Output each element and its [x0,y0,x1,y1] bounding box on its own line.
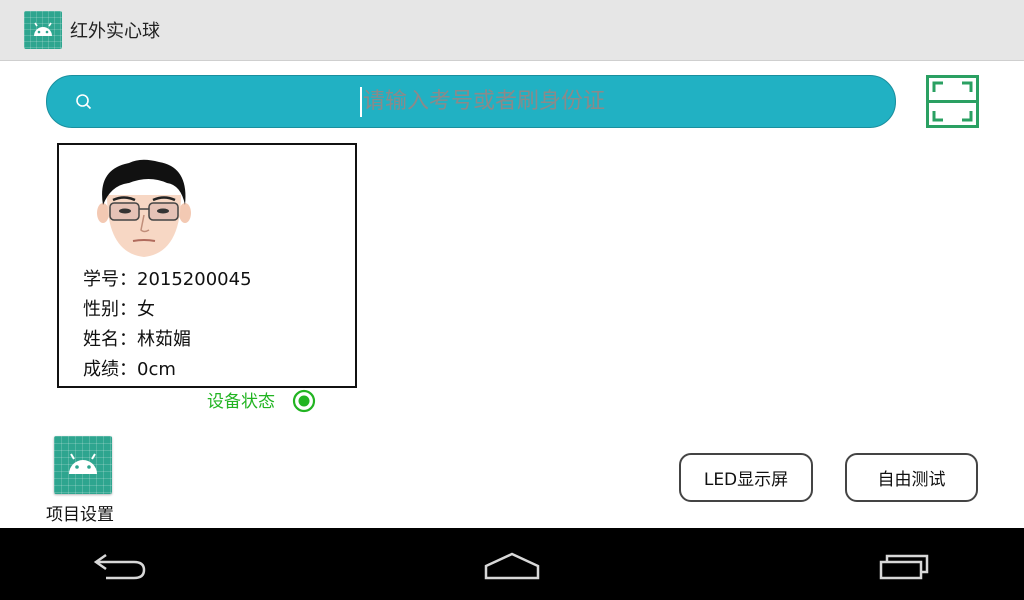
student-name-line: 姓名：林茹媚 [83,329,191,350]
home-button[interactable] [480,544,544,584]
back-button[interactable] [88,544,152,584]
home-icon [484,552,540,580]
student-id: 2015200045 [137,269,252,290]
project-settings-icon[interactable] [54,436,112,494]
face-avatar [97,159,191,257]
free-test-button[interactable]: 自由测试 [845,453,978,502]
recent-apps-icon [879,554,929,580]
android-icon [24,11,62,49]
student-card: 学号：2015200045 性别：女 姓名：林茹媚 成绩：0cm [57,143,357,388]
search-input[interactable] [363,84,863,118]
led-display-button[interactable]: LED显示屏 [679,453,813,502]
text-caret [360,87,362,117]
student-id-line: 学号：2015200045 [83,269,252,290]
status-indicator-icon [292,389,316,413]
student-score-line: 成绩：0cm [83,359,176,380]
scan-button[interactable] [926,75,979,128]
device-status-label: 设备状态 [207,392,275,412]
system-nav-bar [0,528,1024,600]
project-settings-label[interactable]: 项目设置 [46,504,114,526]
recent-apps-button[interactable] [873,544,937,584]
student-gender: 女 [137,299,155,320]
search-icon [76,94,92,110]
back-icon [93,553,146,580]
student-gender-line: 性别：女 [83,299,155,320]
search-bar[interactable] [46,75,896,128]
scan-frame-icon [926,75,979,128]
title-bar: 红外实心球 [0,0,1024,61]
student-name: 林茹媚 [137,329,191,350]
student-score: 0cm [137,359,176,380]
app-title: 红外实心球 [70,21,160,42]
